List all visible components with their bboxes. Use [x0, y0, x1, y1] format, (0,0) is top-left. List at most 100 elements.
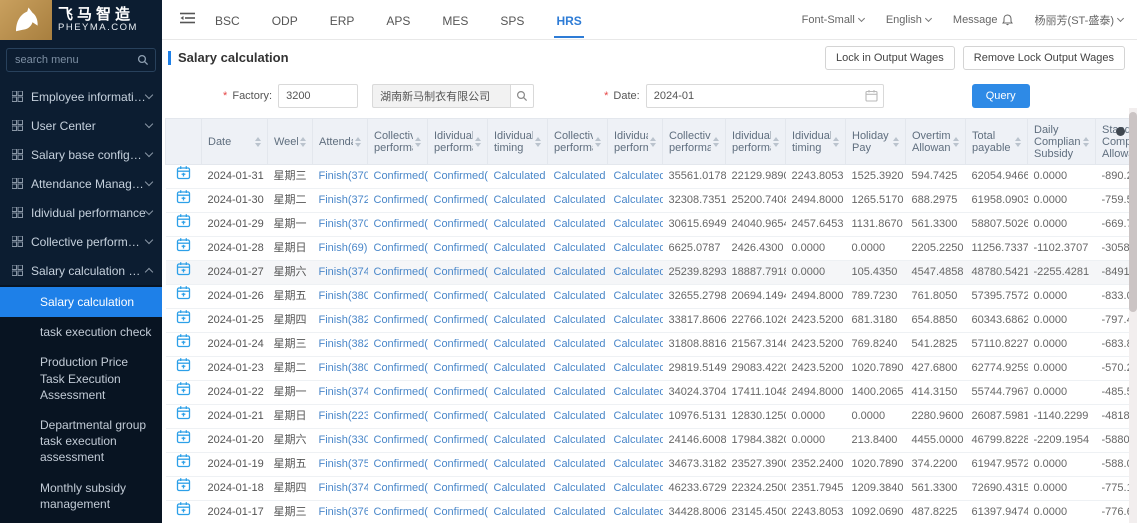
- cell[interactable]: Finish(382): [312, 308, 368, 333]
- cell[interactable]: Finish(223): [312, 404, 368, 429]
- date-input[interactable]: [645, 84, 884, 108]
- sort-icon[interactable]: [650, 136, 656, 147]
- sort-icon[interactable]: [355, 136, 361, 147]
- cell[interactable]: Calculated: [547, 404, 608, 429]
- column-header-collective-performance[interactable]: Collective performance: [547, 118, 608, 165]
- search-input[interactable]: [6, 48, 156, 72]
- row-calendar-icon[interactable]: [176, 334, 191, 351]
- tab-sps[interactable]: SPS: [498, 2, 526, 38]
- cell[interactable]: Calculated: [487, 284, 548, 309]
- cell[interactable]: Calculated: [487, 260, 548, 285]
- cell[interactable]: Calculated: [607, 428, 663, 453]
- cell[interactable]: Calculated: [607, 500, 663, 523]
- row-calendar-icon[interactable]: [176, 286, 191, 303]
- cell[interactable]: Calculated: [487, 380, 548, 405]
- cell[interactable]: Calculated: [547, 452, 608, 477]
- tab-odp[interactable]: ODP: [270, 2, 300, 38]
- sidebar-item-attendance-management[interactable]: Attendance Management: [0, 169, 162, 198]
- cell[interactable]: Calculated: [487, 308, 548, 333]
- cell[interactable]: Confirmed(348: [367, 452, 428, 477]
- cell[interactable]: Confirmed(298: [367, 356, 428, 381]
- cell[interactable]: Confirmed(206: [427, 284, 488, 309]
- cell[interactable]: Calculated: [547, 476, 608, 501]
- sort-icon[interactable]: [535, 136, 541, 147]
- tab-mes[interactable]: MES: [440, 2, 470, 38]
- cell[interactable]: Calculated: [547, 356, 608, 381]
- message-menu[interactable]: Message: [953, 14, 1013, 26]
- cell[interactable]: Finish(69): [312, 236, 368, 261]
- factory-code-input[interactable]: [278, 84, 359, 108]
- row-calendar-icon[interactable]: [176, 502, 191, 519]
- cell[interactable]: Calculated: [607, 284, 663, 309]
- cell[interactable]: Finish(380): [312, 284, 368, 309]
- column-header-daily-compliance-subsidy[interactable]: Daily Compliance Subsidy: [1027, 118, 1096, 165]
- cell[interactable]: Finish(376): [312, 500, 368, 523]
- cell[interactable]: Calculated: [487, 428, 548, 453]
- cell[interactable]: Confirmed(285: [427, 356, 488, 381]
- cell[interactable]: Calculated: [487, 500, 548, 523]
- sidebar-item-employee-information[interactable]: Employee information: [0, 82, 162, 111]
- cell[interactable]: Calculated: [607, 212, 663, 237]
- sort-icon[interactable]: [595, 136, 601, 147]
- cell[interactable]: Calculated: [607, 476, 663, 501]
- cell[interactable]: Calculated: [607, 332, 663, 357]
- sort-icon[interactable]: [415, 136, 421, 147]
- cell[interactable]: Confirmed(462: [367, 476, 428, 501]
- cell[interactable]: Confirmed(225: [427, 500, 488, 523]
- sort-icon[interactable]: [255, 136, 261, 147]
- sort-icon[interactable]: [1015, 136, 1021, 147]
- cell[interactable]: Calculated: [487, 212, 548, 237]
- cell[interactable]: Confirmed(211: [427, 332, 488, 357]
- row-calendar-icon[interactable]: [176, 358, 191, 375]
- column-header-collective-performance[interactable]: Collective performance: [662, 118, 726, 165]
- column-header-idividual-performance[interactable]: Idividual performance: [725, 118, 786, 165]
- tab-aps[interactable]: APS: [384, 2, 412, 38]
- cell[interactable]: Confirmed(221: [427, 164, 488, 189]
- cell[interactable]: Confirmed(175: [427, 428, 488, 453]
- cell[interactable]: Calculated: [547, 236, 608, 261]
- row-calendar-icon[interactable]: [176, 190, 191, 207]
- sort-icon[interactable]: [893, 136, 899, 147]
- row-calendar-icon[interactable]: [176, 166, 191, 183]
- column-header-overtime-allowance[interactable]: Overtime Allowance: [905, 118, 966, 165]
- cell[interactable]: Calculated: [547, 428, 608, 453]
- column-header-idividual-performance[interactable]: Idividual performance: [607, 118, 663, 165]
- cell[interactable]: Calculated: [607, 164, 663, 189]
- sort-icon[interactable]: [1083, 136, 1089, 147]
- cell[interactable]: Finish(330): [312, 428, 368, 453]
- column-header-idividual-performance[interactable]: Idividual performance: [427, 118, 488, 165]
- column-header-date[interactable]: Date: [201, 118, 268, 165]
- cell[interactable]: Finish(380): [312, 356, 368, 381]
- sort-icon[interactable]: [773, 136, 779, 147]
- row-calendar-icon[interactable]: [176, 430, 191, 447]
- tab-erp[interactable]: ERP: [328, 2, 357, 38]
- cell[interactable]: Calculated: [607, 452, 663, 477]
- cell[interactable]: Confirmed(315: [367, 332, 428, 357]
- cell[interactable]: Calculated: [547, 308, 608, 333]
- cell[interactable]: Confirmed(240: [427, 212, 488, 237]
- cell[interactable]: Confirmed(344: [367, 500, 428, 523]
- cell[interactable]: Confirmed(338: [367, 308, 428, 333]
- cell[interactable]: Calculated: [487, 236, 548, 261]
- row-calendar-icon[interactable]: [176, 310, 191, 327]
- tab-bsc[interactable]: BSC: [213, 2, 242, 38]
- cell[interactable]: Finish(370): [312, 212, 368, 237]
- sidebar-subitem-departmental-group-task-execution-assessment[interactable]: Departmental group task execution assess…: [0, 410, 162, 473]
- cell[interactable]: Confirmed(308: [367, 212, 428, 237]
- column-header-idividual-timing[interactable]: Idividual timing: [487, 118, 548, 165]
- cell[interactable]: Confirmed(105: [367, 404, 428, 429]
- sidebar-subitem-employee-and-attendance-check-report[interactable]: Employee and Attendance Check Report: [0, 519, 162, 523]
- cell[interactable]: Calculated: [487, 404, 548, 429]
- cell[interactable]: Finish(382): [312, 332, 368, 357]
- user-menu[interactable]: 杨丽芳(ST-盛泰): [1035, 12, 1125, 28]
- factory-search-button[interactable]: [510, 84, 535, 108]
- sidebar-subitem-salary-calculation[interactable]: Salary calculation: [0, 287, 162, 318]
- column-header-total-payable[interactable]: Total payable: [965, 118, 1028, 165]
- cell[interactable]: Calculated: [607, 260, 663, 285]
- query-button[interactable]: Query: [971, 84, 1030, 108]
- language-menu[interactable]: English: [886, 14, 932, 26]
- cell[interactable]: Confirmed(188: [427, 260, 488, 285]
- sidebar-item-collective-performance[interactable]: Collective performance: [0, 227, 162, 256]
- row-calendar-icon[interactable]: [176, 214, 191, 231]
- cell[interactable]: Calculated: [487, 476, 548, 501]
